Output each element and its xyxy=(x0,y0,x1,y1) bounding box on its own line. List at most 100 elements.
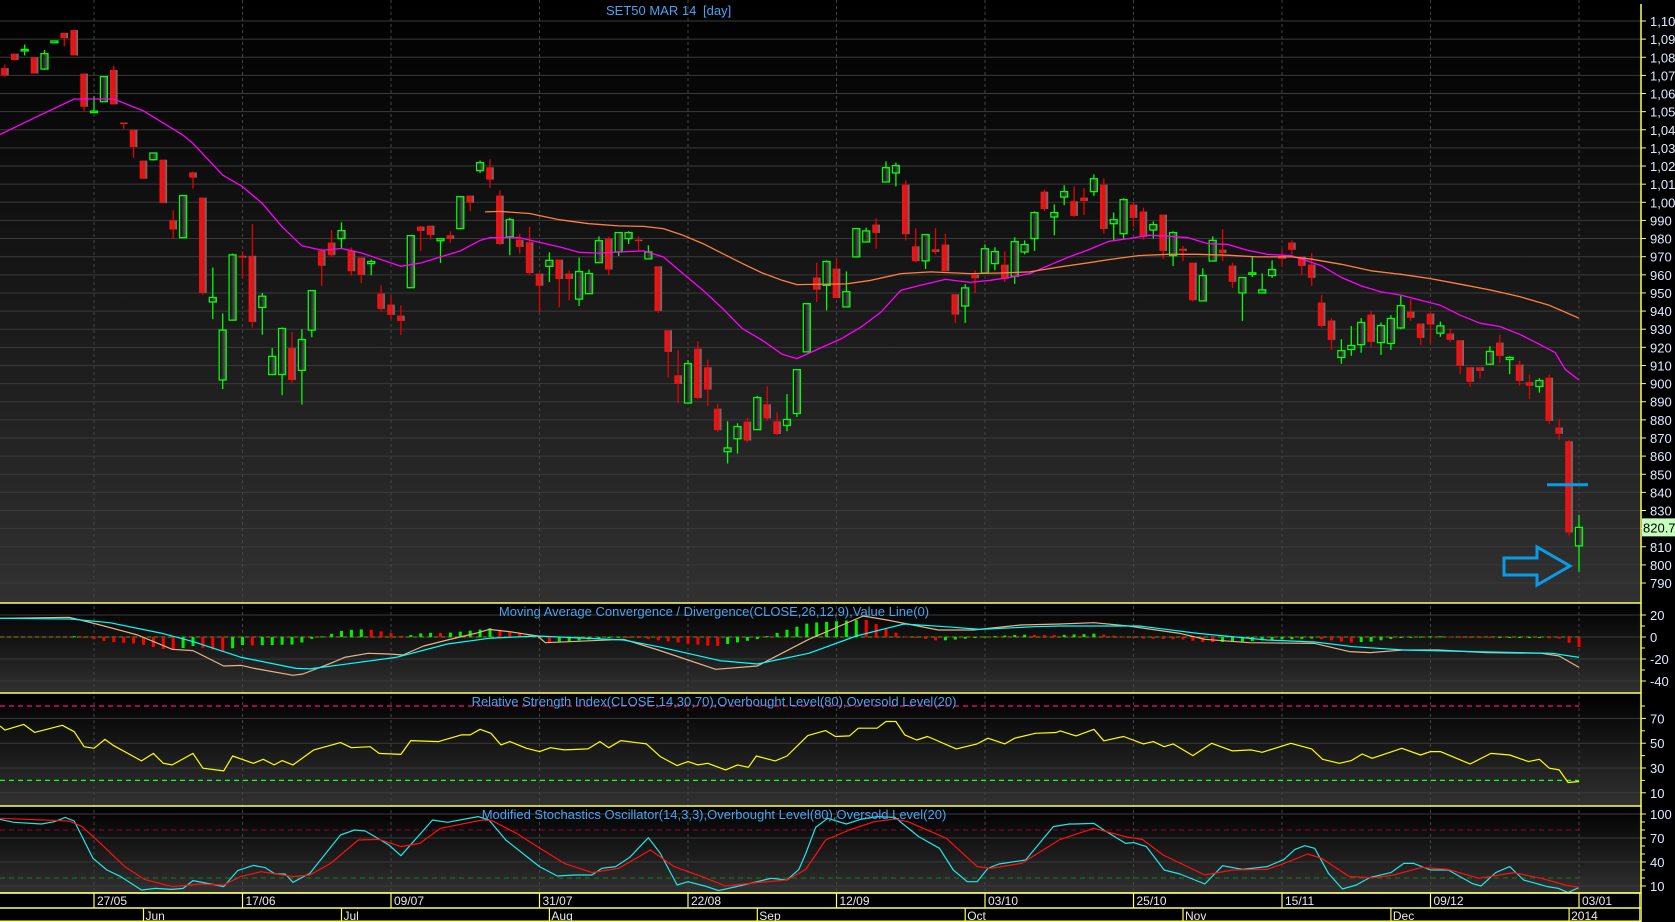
candle-up xyxy=(99,76,109,103)
candle-body xyxy=(119,122,128,125)
price-tick-label: 1,040 xyxy=(1650,123,1675,138)
rsi-tick-label: 30 xyxy=(1650,761,1664,776)
candle-body xyxy=(1406,311,1415,318)
candle-body xyxy=(347,250,356,272)
candle-body xyxy=(159,159,168,204)
candle-up xyxy=(1119,198,1128,239)
macd-histogram-bar xyxy=(260,637,264,646)
candle-body xyxy=(555,259,564,279)
macd-histogram-bar xyxy=(1003,635,1007,637)
candle-body xyxy=(1456,340,1464,366)
candle-body xyxy=(228,254,237,321)
candle-body xyxy=(1030,211,1039,240)
price-tick-label: 870 xyxy=(1650,431,1672,446)
candle-up xyxy=(228,253,237,321)
macd-histogram-bar xyxy=(1270,637,1274,640)
candle-body xyxy=(773,421,781,435)
candle-body xyxy=(565,273,573,279)
candle-body xyxy=(30,57,39,74)
macd-histogram-bar xyxy=(1498,637,1502,638)
macd-histogram-bar xyxy=(221,637,225,652)
candle-body xyxy=(951,294,960,315)
candle-body xyxy=(674,375,682,384)
rsi-tick-label: 10 xyxy=(1650,786,1664,801)
candle-body xyxy=(1416,323,1425,338)
macd-histogram-bar xyxy=(1399,637,1403,638)
macd-histogram-bar xyxy=(1488,637,1492,638)
candle-body xyxy=(486,167,494,180)
candle-body xyxy=(436,238,445,242)
candle-body xyxy=(1485,350,1495,365)
trading-chart[interactable]: 1,100 1,090 1,080 1,070 1,060 1,050 1,040 1,030… xyxy=(0,0,1675,922)
candle-down xyxy=(1139,207,1148,240)
macd-histogram-bar xyxy=(953,637,957,640)
price-tick-label: 860 xyxy=(1650,449,1672,464)
price-tick-label: 1,090 xyxy=(1650,32,1675,47)
month-label: Jun xyxy=(146,909,165,922)
price-tick-label: 890 xyxy=(1650,395,1672,410)
candle-up xyxy=(1208,236,1217,262)
macd-histogram-bar xyxy=(82,637,86,638)
candle-body xyxy=(1426,313,1435,325)
candle-up xyxy=(753,395,762,431)
candle-up xyxy=(584,269,594,295)
macd-histogram-bar xyxy=(1112,635,1116,637)
macd-histogram-bar xyxy=(1537,637,1541,638)
candle-body xyxy=(1218,249,1227,254)
candle-body xyxy=(584,272,594,295)
month-label: Sep xyxy=(759,909,781,922)
candle-body xyxy=(139,160,148,179)
candle-body xyxy=(416,226,425,231)
macd-histogram-bar xyxy=(627,636,631,638)
candle-body xyxy=(387,304,395,315)
price-tick-label: 980 xyxy=(1650,232,1672,247)
candle-body xyxy=(862,230,871,243)
candle-body xyxy=(743,421,752,441)
candle-body xyxy=(1565,441,1573,533)
macd-histogram-bar xyxy=(1409,636,1413,638)
price-tick-label: 800 xyxy=(1650,558,1672,573)
price-tick-label: 850 xyxy=(1650,467,1672,482)
candle-down xyxy=(1100,178,1108,234)
candle-body xyxy=(792,368,802,415)
candle-body xyxy=(881,167,891,183)
candle-body xyxy=(60,32,69,39)
macd-histogram-bar xyxy=(1181,637,1185,640)
macd-histogram-bar xyxy=(1468,637,1472,638)
candle-body xyxy=(277,327,287,376)
macd-histogram-bar xyxy=(765,636,769,638)
candle-body xyxy=(525,242,534,274)
macd-tick-label: 0 xyxy=(1650,630,1657,645)
macd-histogram-bar xyxy=(1062,634,1066,637)
candle-up xyxy=(683,360,693,404)
rsi-panel-title: Relative Strength Index(CLOSE,14,30,70),… xyxy=(472,694,957,709)
stochastic-panel-title: Modified Stochastics Oscillator(14,3,3),… xyxy=(482,807,947,822)
chart-title: SET50 MAR 14 xyxy=(606,3,696,18)
candle-body xyxy=(50,40,59,44)
price-tick-label: 1,010 xyxy=(1650,177,1675,192)
candle-body xyxy=(426,225,435,235)
candle-body xyxy=(40,52,49,70)
candle-body xyxy=(80,73,88,107)
candle-body xyxy=(1198,274,1207,302)
candle-body xyxy=(248,255,257,322)
candle-body xyxy=(990,250,1000,265)
candle-body xyxy=(872,224,880,233)
price-tick-label: 790 xyxy=(1650,576,1672,591)
price-tick-label: 1,000 xyxy=(1650,195,1675,210)
macd-histogram-bar xyxy=(646,637,650,640)
candle-down xyxy=(199,197,207,295)
macd-histogram-bar xyxy=(1518,637,1522,638)
rsi-tick-label: 70 xyxy=(1650,711,1664,726)
candle-body xyxy=(1080,197,1088,202)
candle-body xyxy=(980,248,990,274)
month-label: Jul xyxy=(344,909,359,922)
candle-body xyxy=(594,240,604,264)
macd-histogram-bar xyxy=(1359,637,1363,642)
rsi-panel-background xyxy=(0,693,1641,806)
candle-body xyxy=(258,295,267,309)
candle-body xyxy=(802,302,811,353)
macd-histogram-bar xyxy=(379,631,383,637)
candle-up xyxy=(178,194,188,239)
macd-histogram-bar xyxy=(745,637,749,641)
